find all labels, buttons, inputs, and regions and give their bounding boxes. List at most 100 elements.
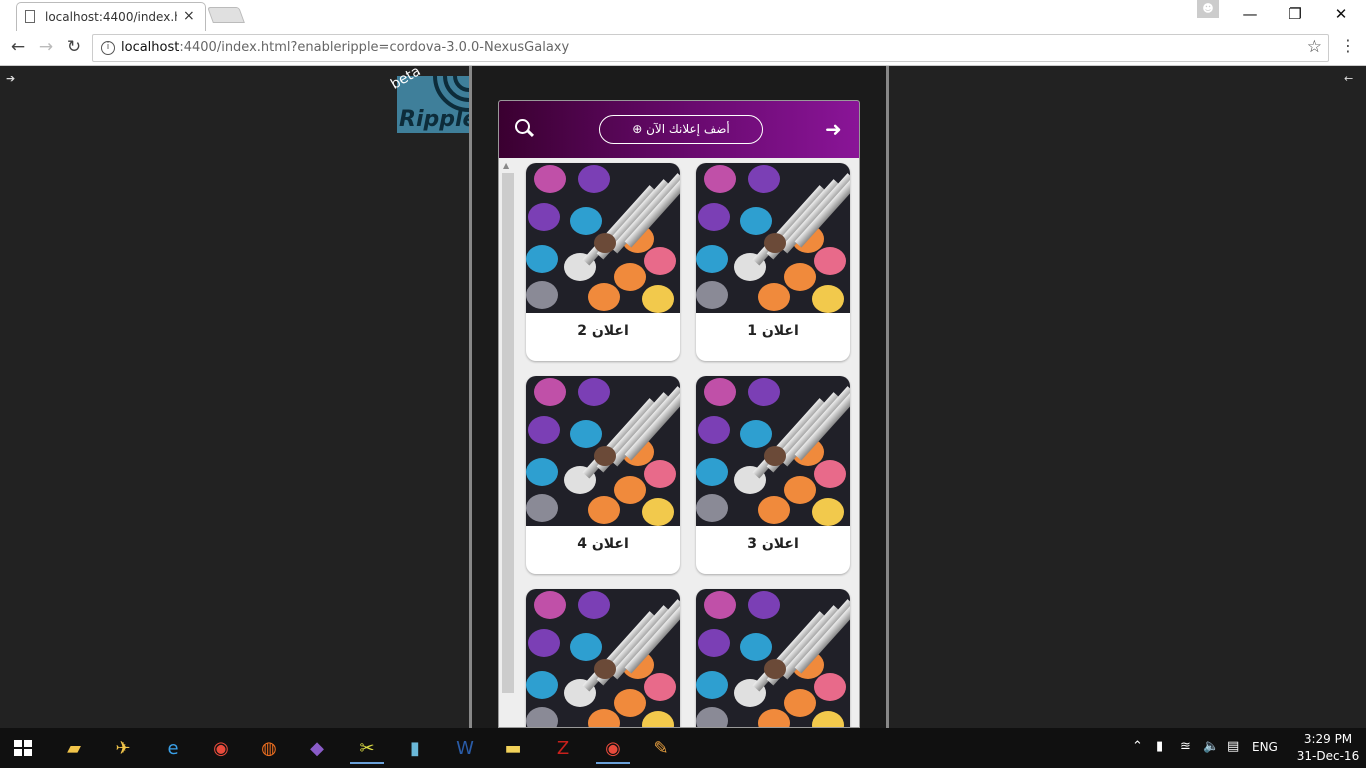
expand-left-panel-icon[interactable]: ➔ (6, 72, 22, 86)
eyeshadow-pan (526, 281, 558, 309)
ie-icon[interactable]: e (156, 734, 190, 764)
url-path: :4400/index.html?enableripple=cordova-3.… (179, 40, 570, 55)
explorer-icon[interactable]: ▰ (57, 734, 91, 764)
brush-bristles (594, 446, 616, 466)
tools-icon[interactable]: ✈ (106, 734, 140, 764)
device-screen: ➜ ⊕ أضف إعلانك الآن ▲ اعلان 1 اعلان 2 اعلا… (498, 100, 860, 728)
windows-start-icon[interactable] (14, 740, 32, 756)
minimize-button[interactable]: — (1227, 0, 1273, 30)
eyeshadow-pan (748, 591, 780, 619)
ad-card[interactable] (526, 589, 680, 727)
clock[interactable]: 3:29 PM 31-Dec-16 (1296, 731, 1360, 765)
eyeshadow-pan (614, 476, 646, 504)
ad-card[interactable] (696, 589, 850, 727)
language-indicator[interactable]: ENG (1252, 740, 1278, 754)
visual-studio-icon[interactable]: ◆ (300, 734, 334, 764)
close-window-button[interactable]: ✕ (1318, 0, 1364, 30)
ad-card[interactable]: اعلان 1 (696, 163, 850, 361)
url-host: localhost (121, 40, 180, 55)
eyeshadow-pan (814, 673, 846, 701)
eyeshadow-pan (704, 591, 736, 619)
arrow-back-icon[interactable]: ➜ (825, 117, 842, 141)
eyeshadow-pan (534, 591, 566, 619)
eyeshadow-pan (698, 203, 730, 231)
eyeshadow-pan (534, 378, 566, 406)
eyeshadow-pan (740, 207, 772, 235)
eyeshadow-pan (642, 498, 674, 526)
eyeshadow-pan (758, 283, 790, 311)
forward-button[interactable]: → (34, 37, 58, 59)
ad-image (696, 163, 850, 313)
browser-toolbar: ← → ↻ i localhost:4400/index.html?enable… (0, 31, 1366, 66)
expand-right-panel-icon[interactable]: ← (1344, 72, 1360, 86)
tab-close-button[interactable]: × (183, 8, 195, 24)
folder-icon[interactable]: ▬ (496, 734, 530, 764)
ad-image (696, 589, 850, 727)
panel-divider-right[interactable] (886, 66, 889, 728)
eyeshadow-pan (588, 709, 620, 727)
eyeshadow-pan (812, 498, 844, 526)
eyeshadow-pan (528, 416, 560, 444)
eyeshadow-pan (814, 247, 846, 275)
paint-icon[interactable]: ✎ (644, 734, 678, 764)
browser-titlebar: localhost:4400/index.htm × ☻ — ❐ ✕ (0, 0, 1366, 31)
panel-divider-left[interactable] (469, 66, 472, 728)
back-button[interactable]: ← (6, 37, 30, 59)
browser-tab[interactable]: localhost:4400/index.htm × (16, 2, 206, 31)
eyeshadow-pan (748, 165, 780, 193)
eyeshadow-pan (642, 711, 674, 727)
volume-icon[interactable]: 🔈 (1203, 739, 1219, 754)
ad-card[interactable]: اعلان 4 (526, 376, 680, 574)
ad-card[interactable]: اعلان 2 (526, 163, 680, 361)
eyeshadow-pan (642, 285, 674, 313)
notes-icon[interactable]: ▮ (398, 734, 432, 764)
address-bar[interactable]: i localhost:4400/index.html?enableripple… (92, 34, 1329, 62)
eyeshadow-pan (696, 245, 728, 273)
eyeshadow-pan (704, 378, 736, 406)
ripple-right-panel (889, 66, 1366, 728)
chrome-icon[interactable]: ◉ (204, 734, 238, 764)
filezilla-icon[interactable]: Z (546, 734, 580, 764)
info-icon[interactable]: i (101, 41, 115, 55)
eyeshadow-pan (740, 633, 772, 661)
scroll-up-icon[interactable]: ▲ (503, 161, 509, 170)
eyeshadow-pan (784, 263, 816, 291)
brush-bristles (764, 233, 786, 253)
chrome-active-icon[interactable]: ◉ (596, 734, 630, 764)
eyeshadow-pan (696, 707, 728, 727)
battery-icon[interactable]: ▮ (1156, 739, 1163, 754)
notification-icon[interactable]: ▤ (1227, 739, 1239, 754)
search-icon-handle (526, 129, 535, 138)
reload-button[interactable]: ↻ (62, 37, 86, 59)
eyeshadow-pan (814, 460, 846, 488)
eyeshadow-pan (696, 281, 728, 309)
new-tab-button[interactable] (207, 7, 245, 23)
word-icon[interactable]: W (448, 734, 482, 764)
add-ad-button[interactable]: ⊕ أضف إعلانك الآن (599, 115, 763, 144)
clock-date: 31-Dec-16 (1296, 749, 1360, 763)
page-icon (25, 10, 35, 23)
person-icon[interactable]: ☻ (1197, 0, 1219, 18)
eyeshadow-pan (570, 633, 602, 661)
ad-card[interactable]: اعلان 3 (696, 376, 850, 574)
wifi-icon[interactable]: ≊ (1180, 739, 1191, 754)
ad-card-label: اعلان 1 (747, 323, 799, 339)
brush-bristles (594, 233, 616, 253)
scrollbar[interactable] (502, 173, 514, 693)
eyeshadow-pan (644, 247, 676, 275)
settings-icon[interactable]: ✂ (350, 734, 384, 764)
eyeshadow-pan (578, 165, 610, 193)
url-text: localhost:4400/index.html?enableripple=c… (121, 40, 569, 55)
clock-time: 3:29 PM (1303, 732, 1353, 746)
brush-bristles (764, 446, 786, 466)
ripple-logo-text: Ripple (399, 107, 469, 132)
tray-chevron-icon[interactable]: ⌃ (1132, 739, 1143, 754)
bookmark-star-icon[interactable]: ☆ (1307, 37, 1322, 57)
menu-icon[interactable]: ⋮ (1340, 36, 1356, 55)
eyeshadow-pan (644, 460, 676, 488)
firefox-icon[interactable]: ◍ (252, 734, 286, 764)
tab-title: localhost:4400/index.htm (45, 10, 177, 24)
eyeshadow-pan (696, 671, 728, 699)
eyeshadow-pan (614, 689, 646, 717)
restore-button[interactable]: ❐ (1272, 0, 1318, 30)
